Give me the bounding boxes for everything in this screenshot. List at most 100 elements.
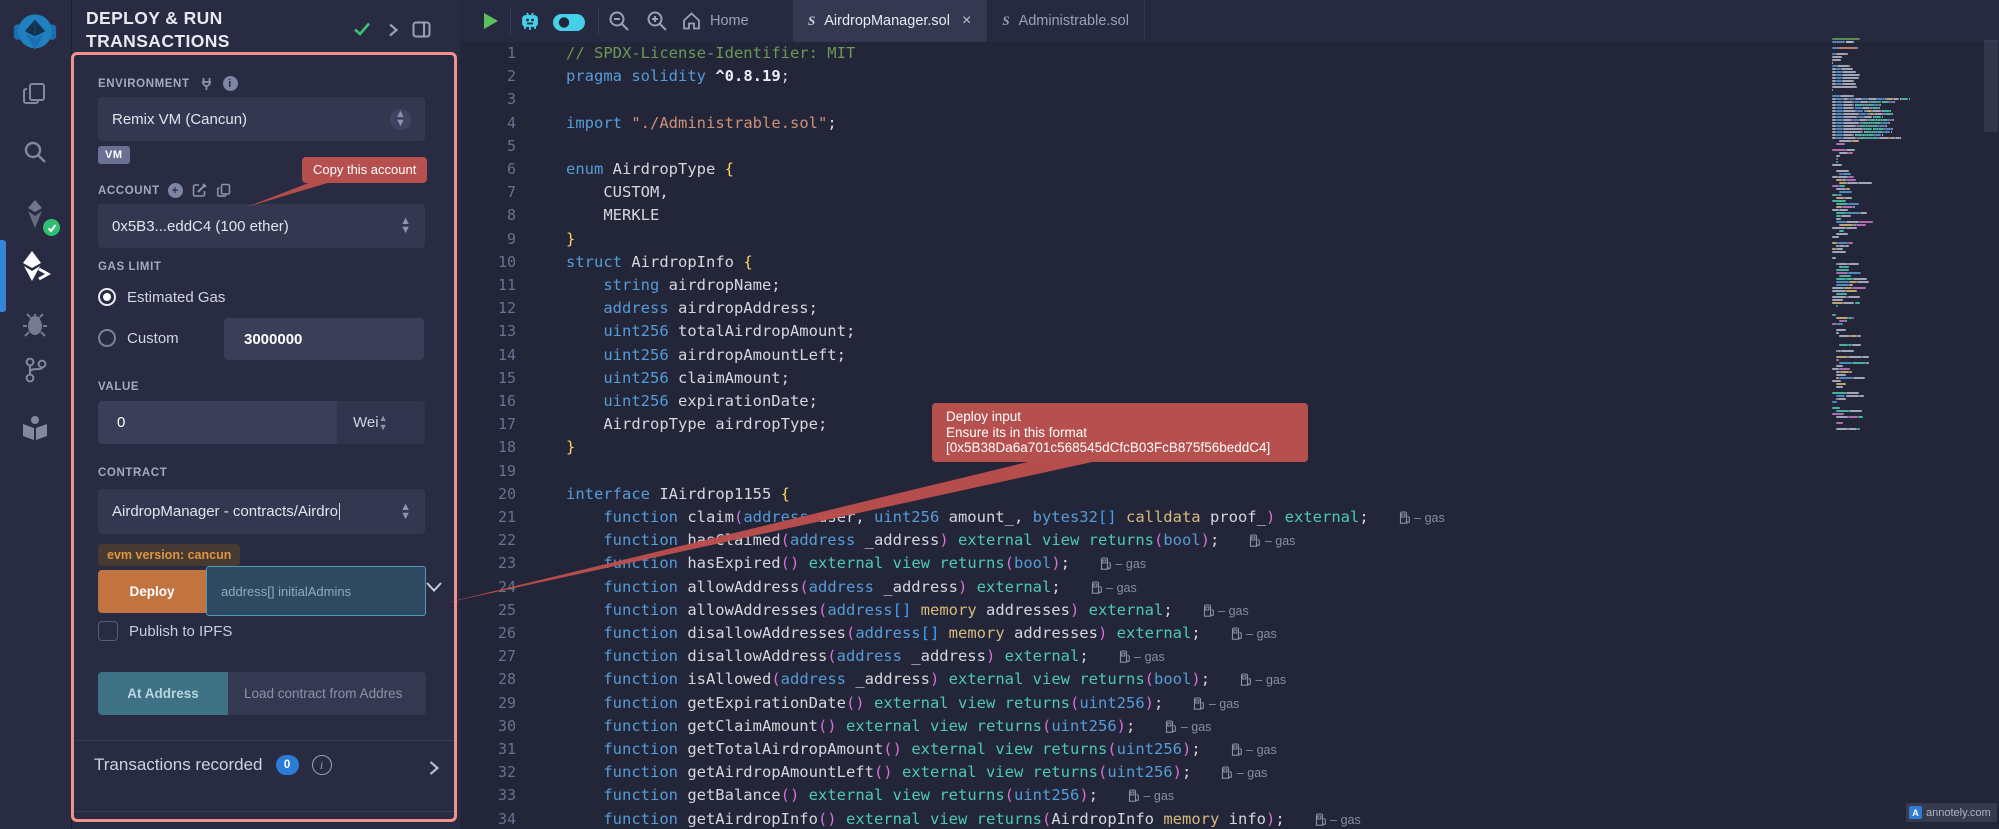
code-line[interactable]: function getExpirationDate() external vi… (566, 692, 1239, 715)
gas-pump-icon (1231, 743, 1243, 756)
code-line[interactable]: MERKLE (566, 204, 659, 227)
remix-logo[interactable] (13, 6, 57, 60)
code-line[interactable]: interface IAirdrop1155 { (566, 483, 790, 506)
deploy-button[interactable]: Deploy (98, 570, 206, 613)
debugger-icon[interactable] (13, 304, 57, 344)
code-line[interactable]: function getAirdropAmountLeft() external… (566, 761, 1267, 784)
line-number: 4 (507, 112, 516, 135)
line-number: 23 (498, 552, 516, 575)
deploy-run-icon[interactable] (13, 246, 57, 286)
code-line[interactable]: struct AirdropInfo { (566, 251, 753, 274)
code-line[interactable]: function getAirdropInfo() external view … (566, 808, 1361, 829)
gas-pump-icon (1240, 673, 1252, 686)
code-line[interactable]: uint256 totalAirdropAmount; (566, 320, 855, 343)
custom-gas-input[interactable] (224, 318, 424, 360)
code-line[interactable]: uint256 claimAmount; (566, 367, 790, 390)
watermark-text: annotely.com (1926, 807, 1991, 819)
git-icon[interactable] (13, 350, 57, 390)
radio-selected-icon[interactable] (98, 288, 116, 306)
gas-estimate-hint: – gas (1119, 650, 1165, 664)
value-input[interactable] (98, 401, 337, 444)
code-line[interactable]: function hasExpired() external view retu… (566, 552, 1146, 575)
environment-select[interactable]: Remix VM (Cancun) ▲▼ (98, 97, 425, 141)
minimap[interactable] (1830, 38, 1984, 432)
at-address-input[interactable] (228, 672, 426, 715)
value-label: VALUE (98, 381, 139, 393)
gas-pump-icon (1193, 697, 1205, 710)
value-unit-select[interactable]: Wei ▲▼ (337, 401, 425, 444)
icon-rail (0, 0, 72, 829)
gas-pump-icon (1399, 511, 1411, 524)
code-line[interactable]: } (566, 436, 575, 459)
code-line[interactable]: uint256 expirationDate; (566, 390, 818, 413)
home-label: Home (710, 13, 749, 29)
gas-pump-icon (1128, 789, 1140, 802)
code-line[interactable]: import "./Administrable.sol"; (566, 112, 837, 135)
estimated-gas-option[interactable]: Estimated Gas (98, 288, 225, 306)
contract-value: AirdropManager - contracts/Airdro​ (112, 503, 400, 520)
expand-panel-icon[interactable] (387, 23, 399, 42)
pin-panel-icon[interactable] (412, 21, 431, 43)
gas-pump-icon (1100, 557, 1112, 570)
code-line[interactable]: enum AirdropType { (566, 158, 734, 181)
code-line[interactable]: string airdropName; (566, 274, 781, 297)
line-number: 21 (498, 506, 516, 529)
code-line[interactable]: function allowAddresses(address[] memory… (566, 599, 1249, 622)
tab-home[interactable]: Home (682, 0, 749, 42)
info-icon[interactable]: i (312, 755, 332, 775)
tab-label: AirdropManager.sol (824, 13, 950, 29)
line-number: 2 (507, 65, 516, 88)
solidity-compiler-icon[interactable] (13, 194, 57, 234)
code-line[interactable]: uint256 airdropAmountLeft; (566, 344, 846, 367)
search-icon[interactable] (13, 132, 57, 172)
code-line[interactable]: function getBalance() external view retu… (566, 784, 1174, 807)
code-line[interactable]: } (566, 228, 575, 251)
code-line[interactable]: function getClaimAmount() external view … (566, 715, 1211, 738)
plug-icon[interactable] (198, 75, 215, 92)
custom-gas-option[interactable]: Custom (98, 329, 179, 347)
radio-unselected-icon[interactable] (98, 329, 116, 347)
contract-select[interactable]: AirdropManager - contracts/Airdro​ ▲▼ (98, 489, 425, 534)
code-line[interactable]: pragma solidity ^0.8.19; (566, 65, 790, 88)
copy-icon[interactable] (216, 182, 233, 199)
file-explorer-icon[interactable] (13, 74, 57, 114)
code-line[interactable]: address airdropAddress; (566, 297, 818, 320)
tab-Administrable.sol[interactable]: SAdministrable.sol (987, 0, 1145, 42)
gas-estimate-hint: – gas (1315, 813, 1361, 827)
divider (76, 740, 456, 741)
close-tab-icon[interactable]: × (962, 12, 971, 30)
line-number: 5 (507, 135, 516, 158)
code-line[interactable]: function hasClaimed(address _address) ex… (566, 529, 1295, 552)
zoom-in-icon[interactable] (646, 10, 668, 32)
code-line[interactable]: function disallowAddress(address _addres… (566, 645, 1165, 668)
chevron-updown-icon: ▲▼ (400, 217, 411, 235)
code-line[interactable]: function isAllowed(address _address) ext… (566, 668, 1286, 691)
plus-icon[interactable]: + (168, 183, 183, 198)
chevron-right-icon[interactable] (428, 760, 440, 781)
publish-ipfs-checkbox[interactable] (98, 621, 118, 641)
code-line[interactable]: CUSTOM, (566, 181, 669, 204)
code-line[interactable]: AirdropType airdropType; (566, 413, 827, 436)
chevron-down-icon[interactable] (425, 580, 443, 598)
account-select[interactable]: 0x5B3...eddC4 (100 ether) ▲▼ (98, 204, 425, 248)
code-line[interactable]: function getTotalAirdropAmount() externa… (566, 738, 1277, 761)
zoom-out-icon[interactable] (608, 10, 630, 32)
gas-estimate-hint: – gas (1249, 534, 1295, 548)
estimated-gas-label: Estimated Gas (127, 289, 225, 306)
code-line[interactable]: function allowAddress(address _address) … (566, 576, 1137, 599)
at-address-button[interactable]: At Address (98, 672, 228, 715)
edit-icon[interactable] (191, 182, 208, 199)
code-line[interactable]: function claim(address user, uint256 amo… (566, 506, 1445, 529)
code-line[interactable]: function disallowAddresses(address[] mem… (566, 622, 1277, 645)
tabs: SAirdropManager.sol×SAdministrable.sol (793, 0, 1145, 42)
line-number: 22 (498, 529, 516, 552)
line-number: 6 (507, 158, 516, 181)
scrollbar-slider[interactable] (1984, 40, 1998, 132)
info-icon[interactable]: i (223, 76, 238, 91)
learneth-icon[interactable] (13, 408, 57, 448)
code-line[interactable]: // SPDX-License-Identifier: MIT (566, 42, 855, 65)
gas-estimate-hint: – gas (1231, 743, 1277, 757)
toggle-icon[interactable] (552, 13, 586, 32)
deploy-params-input[interactable] (206, 566, 426, 616)
tab-AirdropManager.sol[interactable]: SAirdropManager.sol× (793, 0, 987, 42)
